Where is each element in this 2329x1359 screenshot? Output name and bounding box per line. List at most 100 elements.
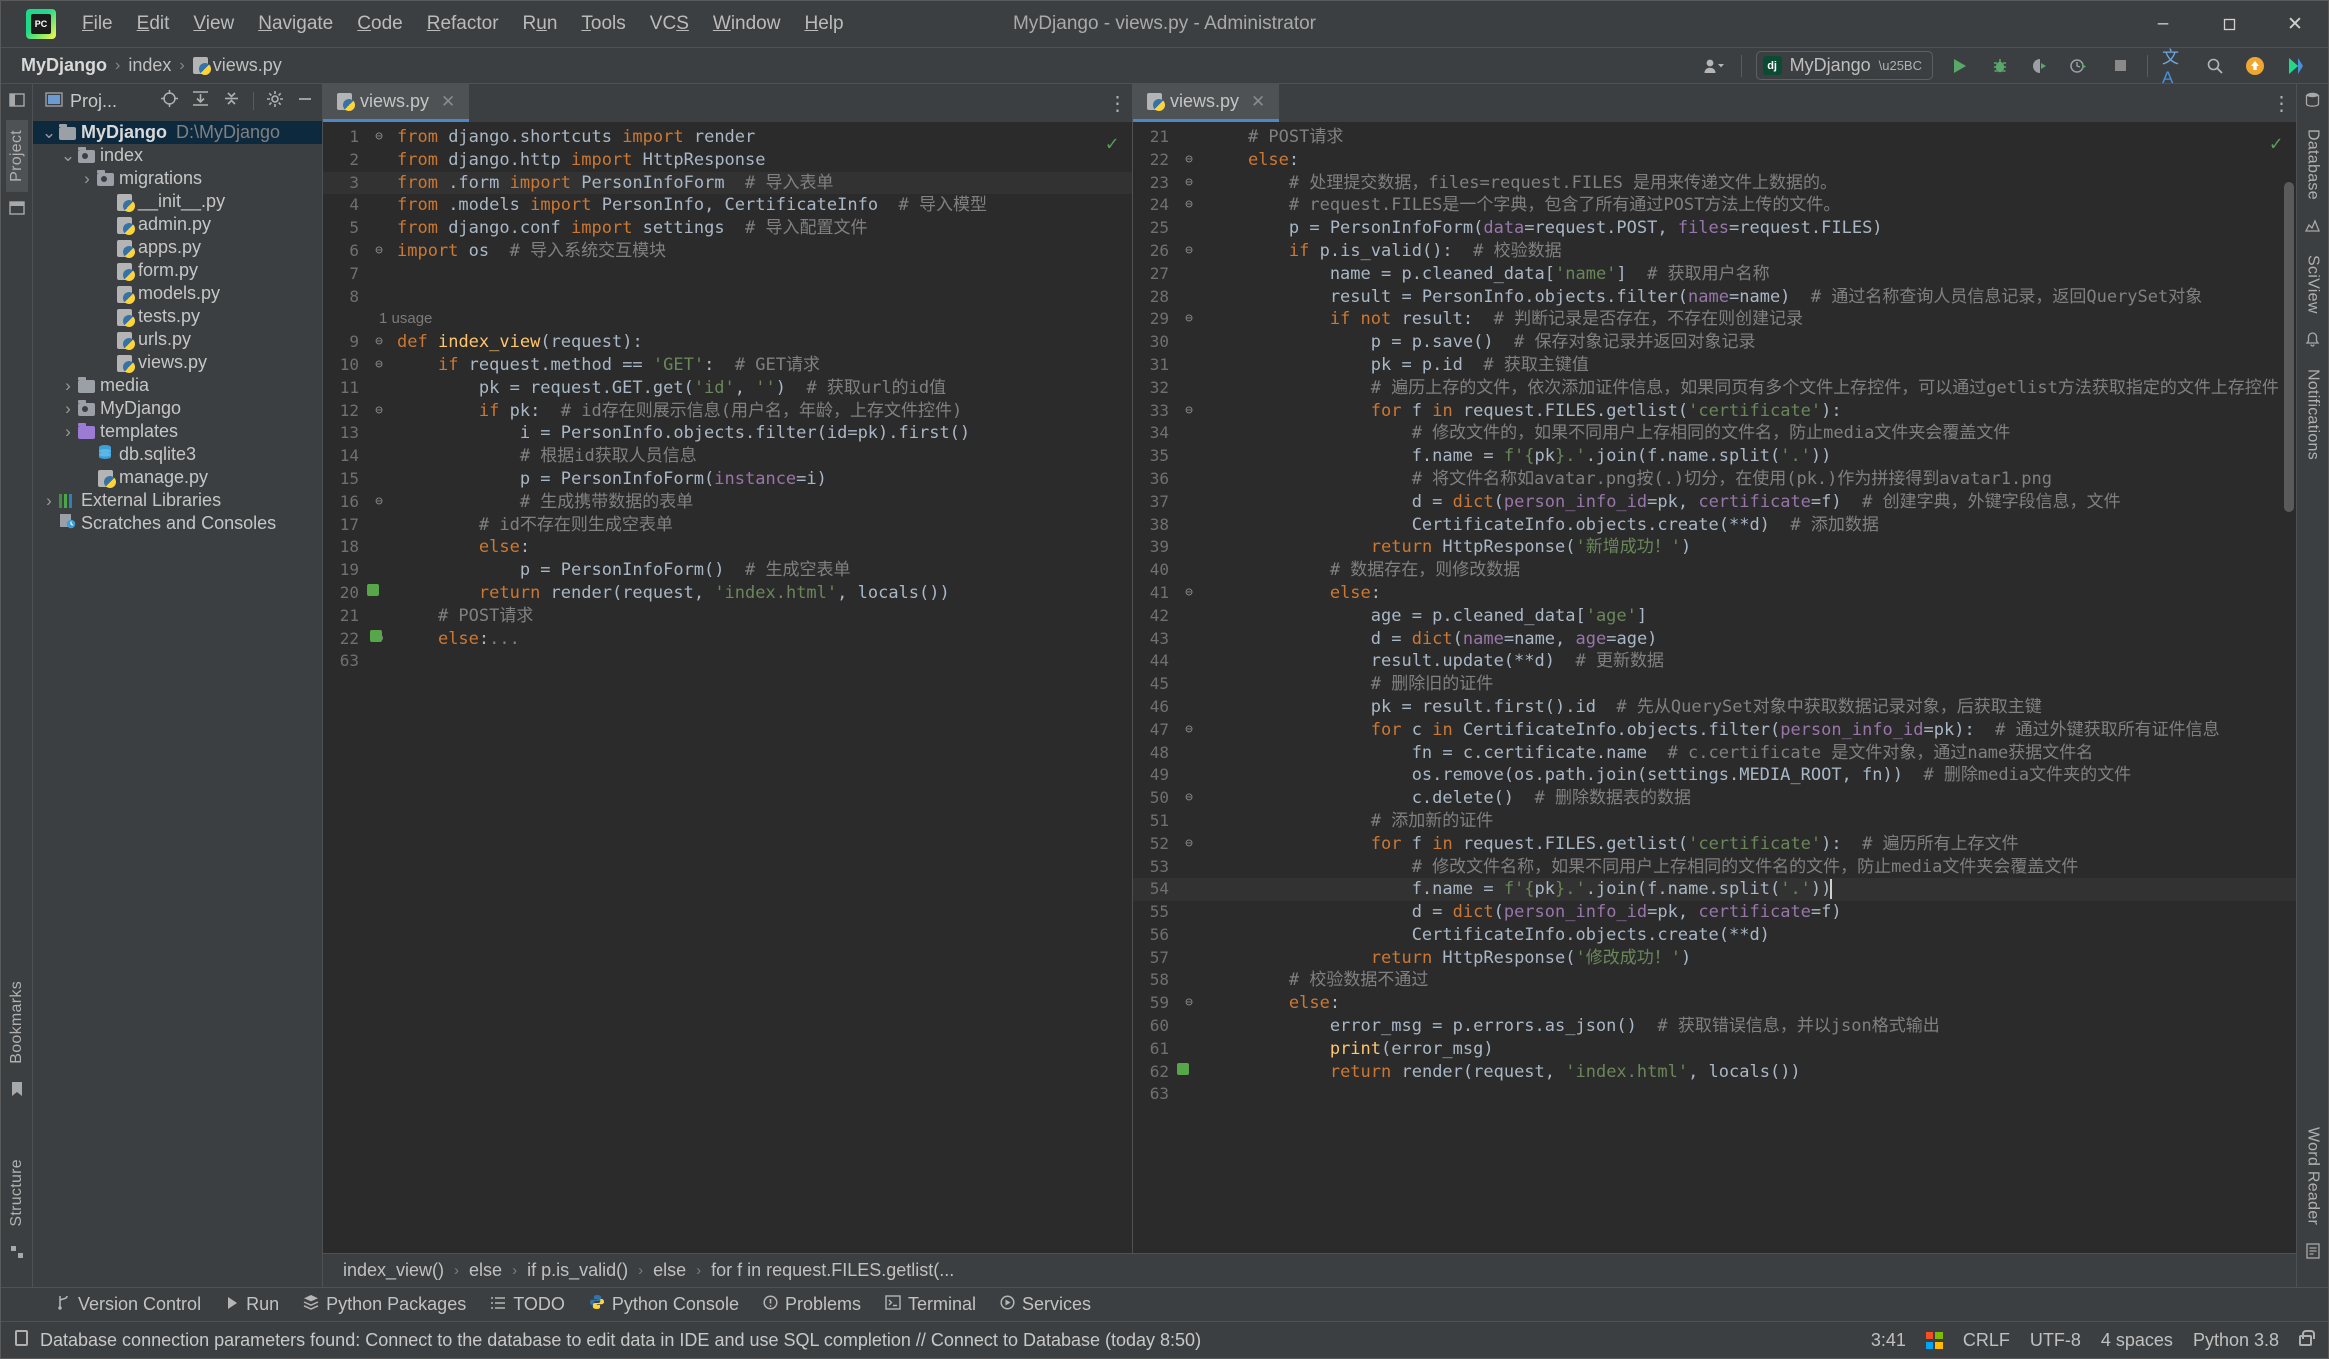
code-line[interactable]: 4 from .models import PersonInfo, Certifi… [323, 194, 1132, 217]
code-line[interactable]: 50 ⊖ c.delete() # 删除数据表的数据 [1133, 787, 2296, 810]
encoding[interactable]: UTF-8 [2030, 1330, 2081, 1351]
tree-item-models-py[interactable]: models.py [33, 282, 322, 305]
menu-item-refactor[interactable]: Refactor [415, 9, 511, 39]
code-line[interactable]: 32 # 遍历上存的文件，依次添加证件信息，如果同页有多个文件上存控件，可以通过… [1133, 377, 2296, 400]
line-separator[interactable]: CRLF [1963, 1330, 2010, 1351]
code-line[interactable]: 39 return HttpResponse('新增成功！') [1133, 536, 2296, 559]
tree-item-index[interactable]: ⌄ index [33, 144, 322, 167]
update-icon[interactable] [2242, 53, 2268, 79]
fold-marker-icon[interactable]: ⊖ [1177, 833, 1201, 856]
run-configuration-selector[interactable]: dj MyDjango \u25BC [1755, 51, 1933, 80]
fold-marker-icon[interactable]: ⊖ [1177, 400, 1201, 423]
tree-item-tests-py[interactable]: tests.py [33, 305, 322, 328]
run-icon[interactable] [1947, 53, 1973, 79]
tool-window-button-python-packages[interactable]: Python Packages [293, 1291, 476, 1318]
code-line[interactable]: 21 # POST请求 [323, 605, 1132, 628]
code-line[interactable]: 56 CertificateInfo.objects.create(**d) [1133, 924, 2296, 947]
code-line[interactable]: 55 d = dict(person_info_id=pk, certifica… [1133, 901, 2296, 924]
code-line[interactable]: 7 [323, 263, 1132, 286]
code-line[interactable]: 51 # 添加新的证件 [1133, 810, 2296, 833]
code-line[interactable]: 23 ⊖ # 处理提交数据，files=request.FILES 是用来传递文件… [1133, 172, 2296, 195]
menu-item-run[interactable]: Run [511, 9, 570, 39]
code-line[interactable]: 33 ⊖ for f in request.FILES.getlist('cert… [1133, 400, 2296, 423]
database-icon[interactable] [2305, 92, 2320, 111]
code-line[interactable]: 14 # 根据id获取人员信息 [323, 445, 1132, 468]
tree-item-views-py[interactable]: views.py [33, 351, 322, 374]
code-line[interactable]: 42 age = p.cleaned_data['age'] [1133, 605, 2296, 628]
code-view-right[interactable]: 21 # POST请求 22 ⊖ else: 23 ⊖ # 处理提交数据，files=r… [1133, 122, 2296, 1253]
tool-tab-notifications[interactable]: Notifications [2302, 359, 2324, 470]
editor-breadcrumb-item[interactable]: else [653, 1260, 686, 1281]
code-line[interactable]: 11 pk = request.GET.get('id', '') # 获取ur… [323, 377, 1132, 400]
code-line[interactable]: 19 p = PersonInfoForm() # 生成空表单 [323, 559, 1132, 582]
notifications-icon[interactable] [2305, 331, 2320, 351]
menu-item-tools[interactable]: Tools [569, 9, 637, 39]
code-line[interactable]: 29 ⊖ if not result: # 判断记录是否存在，不存在则创建记录 [1133, 308, 2296, 331]
tree-item-manage-py[interactable]: manage.py [33, 466, 322, 489]
run-coverage-icon[interactable] [2027, 53, 2053, 79]
code-line[interactable]: 28 result = PersonInfo.objects.filter(na… [1133, 286, 2296, 309]
usage-hint[interactable]: 1 usage [323, 308, 432, 331]
code-line[interactable]: 34 # 修改文件的，如果不同用户上存相同的文件名，防止media文件夹会覆盖文… [1133, 422, 2296, 445]
ide-feature-icon[interactable] [2282, 53, 2308, 79]
code-line[interactable]: 20 return render(request, 'index.html', … [323, 582, 1132, 605]
code-line[interactable]: 6 ⊖ import os # 导入系统交互模块 [323, 240, 1132, 263]
code-line[interactable]: 54 f.name = f'{pk}.'.join(f.name.split('… [1133, 878, 2296, 902]
tree-item-mydjango[interactable]: ⌄ MyDjango D:\MyDjango [33, 121, 322, 144]
code-line[interactable]: 8 [323, 286, 1132, 309]
structure-tool-icon[interactable] [8, 200, 25, 220]
fold-marker-icon[interactable]: ⊖ [367, 354, 391, 377]
tool-tab-project[interactable]: Project [5, 120, 28, 192]
fold-marker-icon[interactable]: ⊖ [367, 400, 391, 423]
code-line[interactable]: 3 from .form import PersonInfoForm # 导入表单 [323, 171, 1132, 195]
editor-breadcrumb-item[interactable]: if p.is_valid() [527, 1260, 628, 1281]
code-line[interactable]: 5 from django.conf import settings # 导入配置… [323, 217, 1132, 240]
word-reader-icon[interactable] [2305, 1243, 2320, 1263]
editor-breadcrumb-item[interactable]: index_view() [343, 1260, 444, 1281]
breadcrumb-project[interactable]: MyDjango [21, 55, 107, 76]
caret-position[interactable]: 3:41 [1871, 1330, 1906, 1351]
code-line[interactable]: 58 # 校验数据不通过 [1133, 969, 2296, 992]
code-line[interactable]: 16 ⊖ # 生成携带数据的表单 [323, 491, 1132, 514]
editor-options-icon[interactable]: ⋮ [2268, 84, 2296, 122]
fold-marker-icon[interactable]: ⊖ [1177, 992, 1201, 1015]
close-icon[interactable]: ✕ [441, 92, 455, 112]
status-message[interactable]: Database connection parameters found: Co… [40, 1330, 1201, 1351]
code-line[interactable]: 1 ⊖ from django.shortcuts import render [323, 126, 1132, 149]
code-line[interactable]: 36 # 将文件名称如avatar.png按(.)切分，在使用(pk.)作为拼接… [1133, 468, 2296, 491]
project-tool-icon[interactable] [8, 92, 25, 112]
code-line[interactable]: 25 p = PersonInfoForm(data=request.POST,… [1133, 217, 2296, 240]
fold-marker-icon[interactable]: ⊖ [367, 126, 391, 149]
menu-item-window[interactable]: Window [701, 9, 793, 39]
menu-item-vcs[interactable]: VCS [638, 9, 701, 39]
tool-tab-structure[interactable]: Structure [6, 1149, 28, 1237]
code-line[interactable]: 24 ⊖ # request.FILES是一个字典，包含了所有通过POST方法上传… [1133, 194, 2296, 217]
code-line[interactable]: 22 ⊖ else:... [323, 628, 1132, 651]
tree-item-external-libraries[interactable]: › External Libraries [33, 489, 322, 512]
maximize-button[interactable] [2196, 1, 2262, 47]
tree-item-media[interactable]: › media [33, 374, 322, 397]
code-line[interactable]: 47 ⊖ for c in CertificateInfo.objects.fil… [1133, 719, 2296, 742]
code-line[interactable]: 40 # 数据存在，则修改数据 [1133, 559, 2296, 582]
breadcrumb-folder[interactable]: index [128, 55, 171, 76]
gear-icon[interactable] [266, 90, 284, 113]
code-line[interactable]: 43 d = dict(name=name, age=age) [1133, 628, 2296, 651]
code-line[interactable]: 21 # POST请求 [1133, 126, 2296, 149]
code-line[interactable]: 18 else: [323, 536, 1132, 559]
fold-marker-icon[interactable]: ⊖ [1177, 787, 1201, 810]
tool-window-bar[interactable]: Version Control Run Python Packages TODO Pyt… [1, 1287, 2328, 1321]
tree-item-mydjango[interactable]: › MyDjango [33, 397, 322, 420]
menu-item-file[interactable]: File [70, 9, 125, 39]
fold-marker-icon[interactable]: ⊖ [1177, 194, 1201, 217]
code-line[interactable]: 13 i = PersonInfo.objects.filter(id=pk).… [323, 422, 1132, 445]
code-view-left[interactable]: 1 ⊖ from django.shortcuts import render 2 fr… [323, 122, 1132, 1253]
fold-marker-icon[interactable]: ⊖ [367, 331, 391, 354]
editor-breadcrumbs[interactable]: index_view() › else › if p.is_valid() › else › f… [323, 1253, 2296, 1287]
tree-item-scratches-and-consoles[interactable]: Scratches and Consoles [33, 512, 322, 535]
chevron-right-icon[interactable]: › [60, 399, 76, 419]
structure-icon[interactable] [10, 1245, 24, 1263]
code-line[interactable]: 9 ⊖ def index_view(request): [323, 331, 1132, 354]
chevron-right-icon[interactable]: › [60, 376, 76, 396]
fold-marker-icon[interactable]: ⊖ [1177, 582, 1201, 605]
fold-marker-icon[interactable]: ⊖ [1177, 240, 1201, 263]
